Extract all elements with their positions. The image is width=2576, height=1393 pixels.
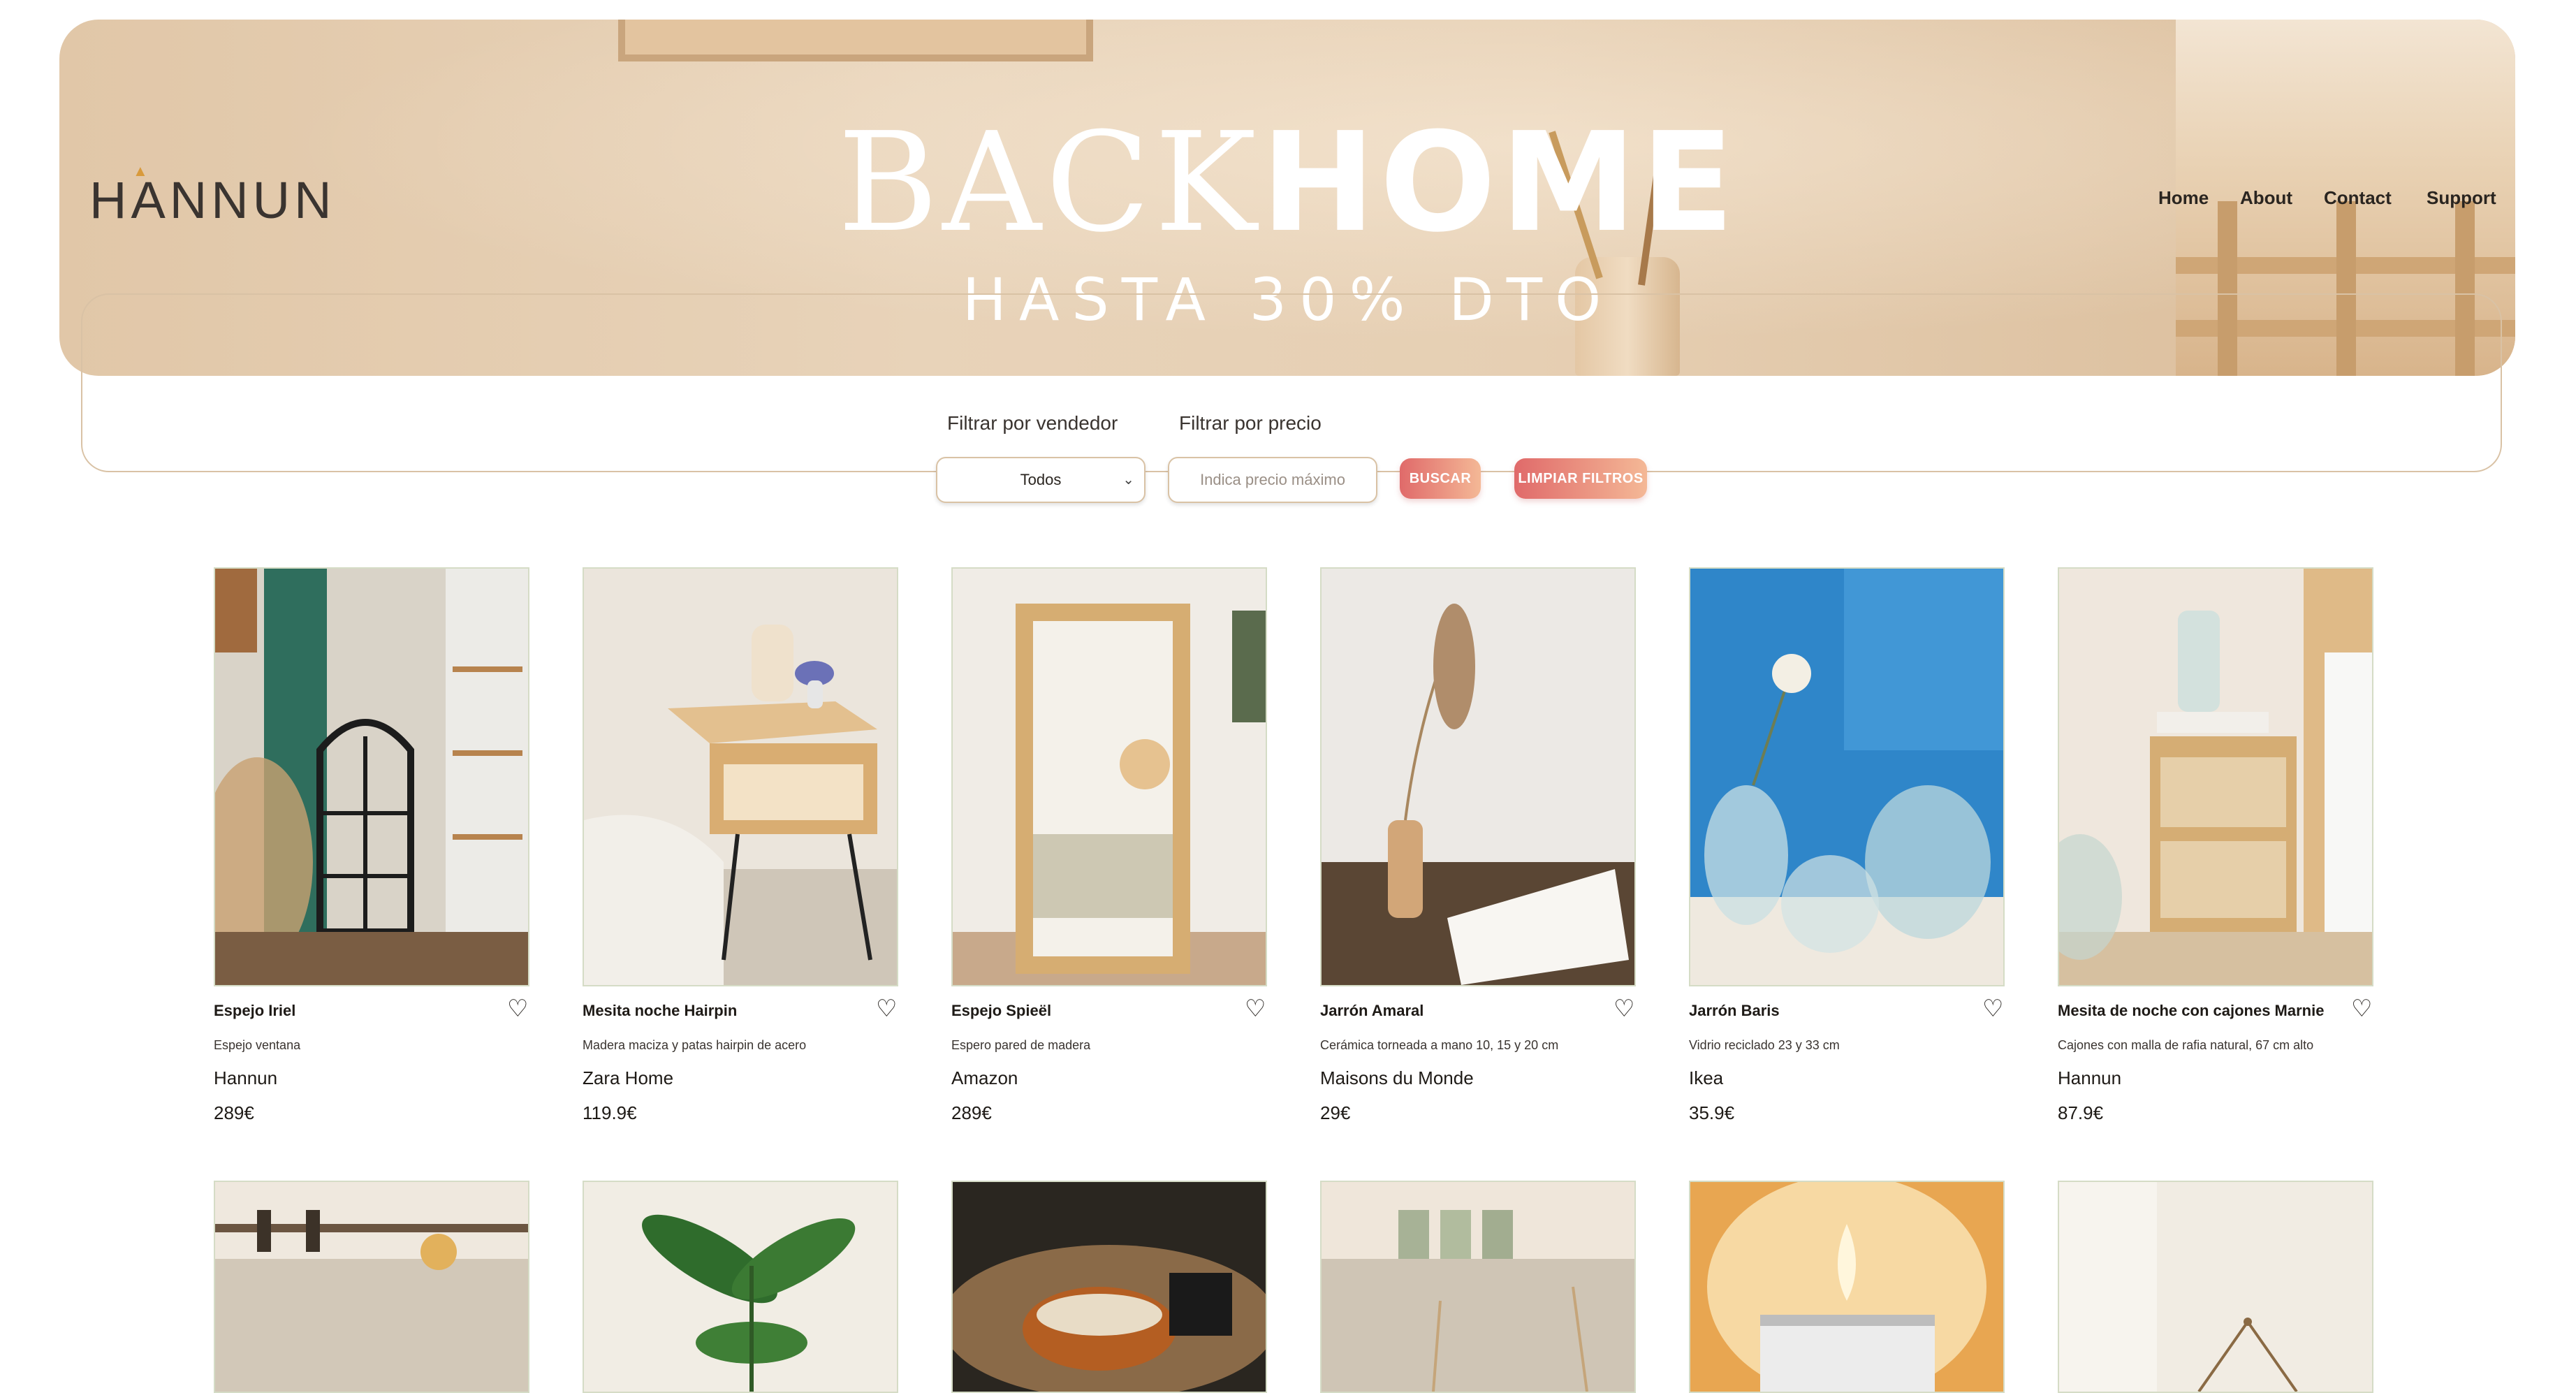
product-seller: Maisons du Monde [1320,1067,1474,1088]
product-image-glass-vases[interactable] [1689,567,2005,986]
product-seller: Amazon [951,1067,1018,1088]
product-price: 87.9€ [2058,1102,2104,1123]
product-seller: Zara Home [583,1067,674,1088]
price-filter-label: Filtrar por precio [1179,412,1322,434]
hero-title-bold: HOME [1261,103,1739,263]
product-price: 29€ [1320,1102,1351,1123]
vendor-select-value: Todos [1020,471,1062,488]
product-seller: Hannun [2058,1067,2122,1088]
product-price: 35.9€ [1689,1102,1735,1123]
heart-icon[interactable]: ♡ [1245,995,1266,1023]
product-name: Espejo Iriel [214,1002,296,1019]
product-name: Espejo Spieël [951,1002,1052,1019]
price-input[interactable]: Indica precio máximo [1168,457,1377,503]
product-image-table-linen[interactable] [214,1181,529,1393]
heart-icon[interactable]: ♡ [1613,995,1634,1023]
clear-filters-button[interactable]: LIMPIAR FILTROS [1514,458,1647,499]
product-price: 289€ [214,1102,254,1123]
product-image-plant[interactable] [583,1181,898,1393]
heart-icon[interactable]: ♡ [1982,995,2003,1023]
hero-title: BACKHOME [0,103,2576,263]
product-description: Espejo ventana [214,1038,301,1052]
nav-contact[interactable]: Contact [2324,187,2392,209]
hero-title-light: BACK [837,103,1261,263]
vendor-filter-label: Filtrar por vendedor [947,412,1118,434]
product-seller: Ikea [1689,1067,1724,1088]
nav-support[interactable]: Support [2427,187,2496,209]
product-name: Mesita noche Hairpin [583,1002,738,1019]
nav-about[interactable]: About [2240,187,2292,209]
wall-frame-image [618,20,1093,61]
filter-panel [81,293,2502,472]
product-description: Madera maciza y patas hairpin de acero [583,1038,807,1052]
search-button[interactable]: BUSCAR [1400,458,1481,499]
product-description: Vidrio reciclado 23 y 33 cm [1689,1038,1840,1052]
product-description: Cerámica torneada a mano 10, 15 y 20 cm [1320,1038,1559,1052]
product-name: Jarrón Baris [1689,1002,1780,1019]
product-image-glasses[interactable] [1320,1181,1636,1393]
product-description: Cajones con malla de rafia natural, 67 c… [2058,1038,2314,1052]
product-description: Espero pared de madera [951,1038,1091,1052]
product-seller: Hannun [214,1067,278,1088]
heart-icon[interactable]: ♡ [876,995,897,1023]
product-image-standing-mirror[interactable] [951,567,1267,986]
product-price: 289€ [951,1102,992,1123]
heart-icon[interactable]: ♡ [507,995,528,1023]
product-name: Mesita de noche con cajones Marnie [2058,1002,2325,1019]
chevron-down-icon: ⌄ [1122,472,1134,488]
nav-home[interactable]: Home [2158,187,2209,209]
product-image-wall-hanger[interactable] [2058,1181,2373,1393]
product-image-candle[interactable] [1689,1181,2005,1393]
vendor-select[interactable]: Todos ⌄ [936,457,1146,503]
product-image-nightstand[interactable] [583,567,898,986]
product-image-vase[interactable] [1320,567,1636,986]
price-input-placeholder: Indica precio máximo [1200,471,1345,488]
product-name: Jarrón Amaral [1320,1002,1424,1019]
product-image-drawer-nightstand[interactable] [2058,567,2373,986]
product-image-candle-jar[interactable] [951,1181,1267,1393]
heart-icon[interactable]: ♡ [2351,995,2372,1023]
product-image-mirror[interactable] [214,567,529,986]
product-price: 119.9€ [583,1102,637,1123]
